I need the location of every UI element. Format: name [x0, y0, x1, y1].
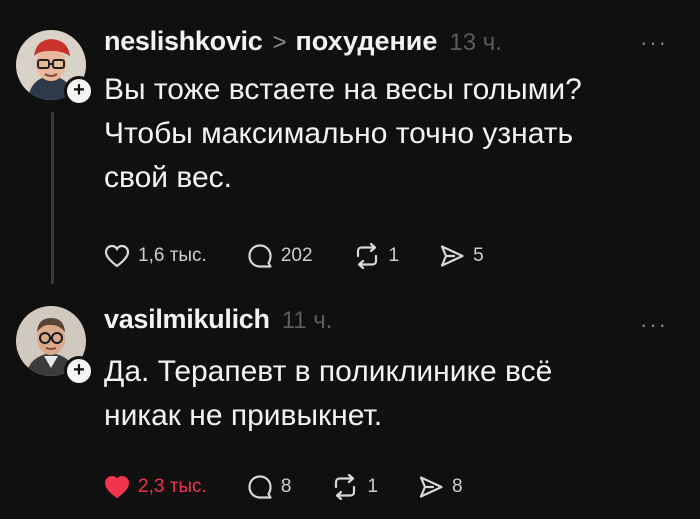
reply-button[interactable]: 8	[247, 474, 292, 500]
comment-icon	[248, 244, 272, 268]
send-icon	[441, 245, 464, 267]
share-button[interactable]: 5	[439, 244, 484, 268]
timestamp: 13 ч.	[449, 29, 502, 56]
repost-icon	[335, 474, 356, 500]
thread-line	[51, 112, 54, 284]
plus-icon: +	[73, 79, 85, 101]
username[interactable]: neslishkovic	[104, 26, 263, 57]
post-text-line: Вы тоже встаете на весы голыми?	[104, 73, 582, 106]
like-button[interactable]: 2,3 тыс.	[104, 475, 207, 499]
like-button[interactable]: 1,6 тыс.	[104, 244, 207, 268]
reply-count: 8	[280, 476, 292, 497]
post-text-line: Чтобы максимально точно узнать	[104, 117, 574, 150]
post-text-line: никак не привыкнет.	[104, 399, 383, 432]
follow-button[interactable]: +	[64, 356, 94, 386]
follow-button[interactable]: +	[64, 76, 94, 106]
repost-icon	[356, 243, 377, 269]
repost-button[interactable]: 1	[331, 474, 378, 500]
share-count: 5	[473, 245, 484, 266]
send-icon	[419, 476, 443, 498]
reply-button[interactable]: 202	[247, 243, 313, 269]
comment-icon	[248, 475, 272, 499]
repost-button[interactable]: 1	[353, 243, 400, 269]
like-count: 2,3 тыс.	[138, 476, 207, 497]
share-button[interactable]: 8	[418, 475, 463, 499]
post-header: vasilmikulich 11 ч.	[104, 304, 332, 335]
more-options-button[interactable]: ···	[640, 312, 668, 338]
heart-icon	[104, 475, 130, 499]
more-options-button[interactable]: ···	[640, 30, 668, 56]
post-text-line: свой вес.	[104, 161, 232, 194]
reply-count: 202	[280, 245, 313, 266]
post-text-line: Да. Терапевт в поликлинике всё	[104, 355, 553, 388]
post-actions: 1,6 тыс. 202 1 5	[104, 243, 524, 269]
heart-icon	[104, 244, 130, 268]
post-text: Вы тоже встаете на весы голыми? Чтобы ма…	[104, 68, 582, 200]
chevron-right-icon: >	[272, 29, 287, 56]
post-text: Да. Терапевт в поликлинике всё никак не …	[104, 350, 552, 438]
like-count: 1,6 тыс.	[138, 245, 207, 266]
post-actions: 2,3 тыс. 8 1 8	[104, 474, 503, 500]
timestamp: 11 ч.	[281, 307, 333, 334]
plus-icon: +	[73, 359, 85, 381]
post-header: neslishkovic > похудение 13 ч.	[104, 26, 502, 57]
repost-count: 1	[367, 476, 378, 497]
repost-count: 1	[388, 245, 400, 266]
share-count: 8	[452, 476, 463, 497]
topic-link[interactable]: похудение	[296, 26, 438, 57]
username[interactable]: vasilmikulich	[104, 304, 270, 335]
